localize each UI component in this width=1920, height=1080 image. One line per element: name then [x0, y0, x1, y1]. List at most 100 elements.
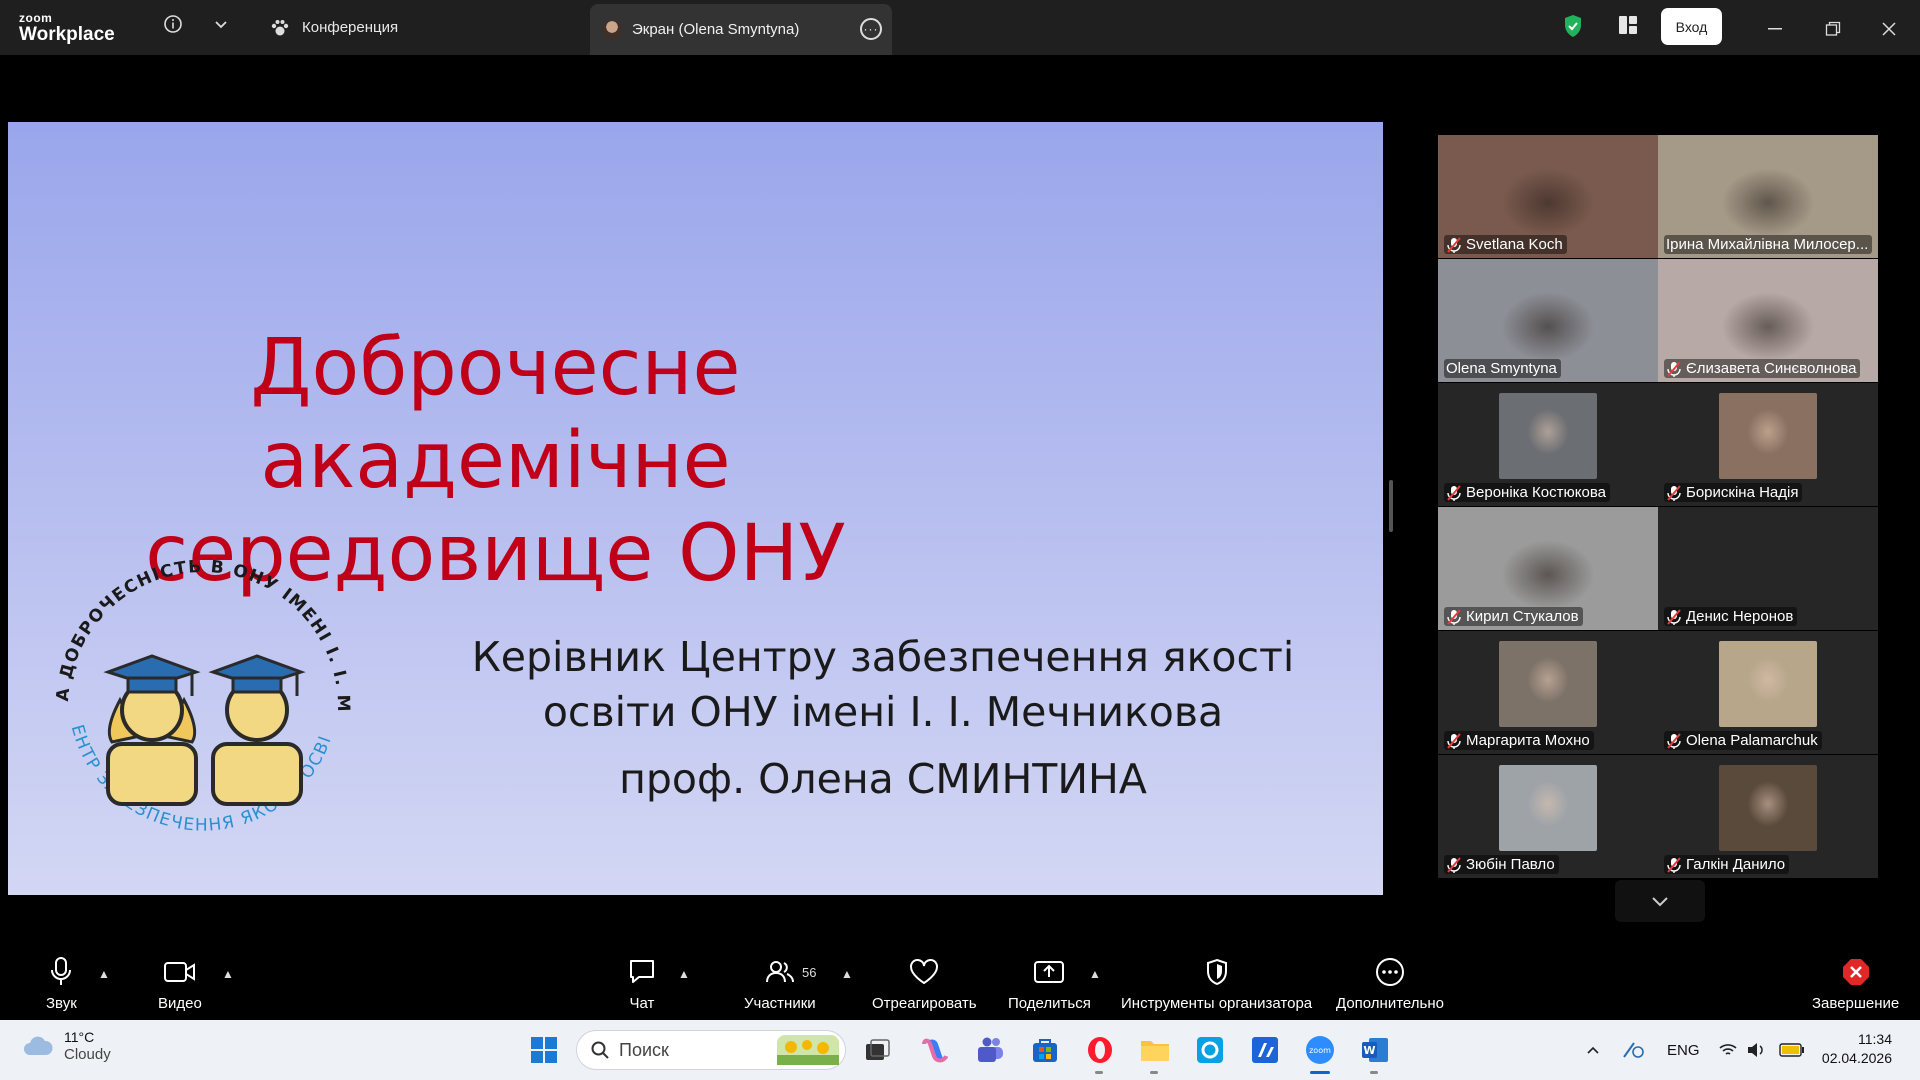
word-icon[interactable]: W — [1357, 1032, 1393, 1074]
windows-taskbar: 11°C Cloudy Поиск zoom W ENG 11:34 02.04… — [0, 1020, 1920, 1080]
muted-mic-icon — [1666, 360, 1682, 377]
participant-name: Зюбін Павло — [1466, 856, 1555, 873]
participant-video — [1719, 765, 1817, 851]
encryption-shield-icon[interactable] — [1563, 14, 1583, 43]
minimize-icon[interactable] — [1763, 17, 1787, 41]
info-icon[interactable] — [161, 12, 185, 36]
battery-icon[interactable] — [1779, 1020, 1805, 1080]
video-button[interactable]: Видео — [158, 957, 202, 1012]
chat-button[interactable]: Чат — [628, 957, 656, 1012]
microphone-icon — [51, 957, 72, 985]
participant-name-tag: Зюбін Павло — [1444, 855, 1559, 874]
teams-icon[interactable] — [972, 1032, 1008, 1068]
view-layout-icon[interactable] — [1618, 15, 1638, 40]
clock-time: 11:34 — [1858, 1031, 1892, 1047]
slide-subtitle-line1: Керівник Центру забезпечення якості — [471, 633, 1295, 681]
opera-icon[interactable] — [1082, 1032, 1118, 1074]
zoom-app-icon[interactable]: zoom — [1302, 1032, 1338, 1074]
panel-resize-handle[interactable] — [1389, 480, 1393, 532]
tab-screen[interactable]: Экран (Olena Smyntyna) ··· — [590, 4, 892, 55]
participant-tile[interactable]: Olena Smyntyna — [1438, 259, 1658, 382]
copilot-icon[interactable] — [918, 1032, 954, 1068]
share-screen-icon — [1034, 961, 1065, 983]
audio-options-caret[interactable]: ▲ — [98, 967, 110, 981]
slide-subtitle-line3: проф. Олена СМИНТИНА — [619, 755, 1147, 803]
task-view-icon[interactable] — [860, 1032, 896, 1068]
file-explorer-icon[interactable] — [1137, 1032, 1173, 1074]
running-indicator — [1095, 1071, 1103, 1074]
running-indicator — [1150, 1071, 1158, 1074]
tab-screen-label: Экран (Olena Smyntyna) — [632, 21, 800, 38]
host-tools-button[interactable]: Инструменты организатора — [1121, 957, 1312, 1012]
zoom-logo: zoom Workplace — [19, 12, 115, 44]
participant-video — [1499, 641, 1597, 727]
participant-name-tag: Olena Smyntyna — [1444, 359, 1561, 378]
svg-text:zoom: zoom — [1309, 1046, 1331, 1055]
muted-mic-icon — [1666, 608, 1682, 625]
participant-tile[interactable]: Ірина Михайлівна Милосер... — [1658, 135, 1878, 258]
end-meeting-button[interactable]: Завершение — [1812, 957, 1899, 1012]
share-label: Поделиться — [1008, 995, 1091, 1012]
weather-widget[interactable]: 11°C Cloudy — [22, 1028, 111, 1064]
graduate-boy-icon — [208, 654, 306, 806]
participant-name: Olena Smyntyna — [1446, 360, 1557, 377]
more-icon — [1375, 958, 1404, 986]
gallery-scroll-down-button[interactable] — [1615, 880, 1705, 922]
muted-mic-icon — [1666, 732, 1682, 749]
code-editor-icon[interactable] — [1247, 1032, 1283, 1068]
language-indicator[interactable]: ENG — [1667, 1020, 1700, 1080]
avatar — [602, 19, 622, 40]
video-label: Видео — [158, 995, 202, 1012]
sunflower-field-icon — [777, 1035, 839, 1065]
audio-button[interactable]: Звук — [46, 957, 77, 1012]
network-status-icon[interactable] — [1622, 1020, 1646, 1080]
chevron-down-icon[interactable] — [209, 12, 233, 36]
microsoft-store-icon[interactable] — [1027, 1032, 1063, 1068]
end-label: Завершение — [1812, 995, 1900, 1012]
volume-icon[interactable] — [1747, 1020, 1765, 1080]
more-options-icon[interactable]: ··· — [860, 18, 882, 40]
more-button[interactable]: Дополнительно — [1336, 957, 1444, 1012]
participant-tile[interactable]: Єлизавета Синєволнова — [1658, 259, 1878, 382]
chat-options-caret[interactable]: ▲ — [678, 967, 690, 981]
tray-overflow-chevron-icon[interactable] — [1586, 1020, 1600, 1080]
participant-name-tag: Вероніка Костюкова — [1444, 483, 1610, 502]
share-button[interactable]: Поделиться — [1008, 957, 1091, 1012]
react-button[interactable]: Отреагировать — [872, 957, 977, 1012]
participant-tile[interactable]: Борискіна Надія — [1658, 383, 1878, 506]
slide-subtitle-line2: освіти ОНУ імені І. І. Мечникова — [542, 688, 1224, 736]
participant-tile[interactable]: Svetlana Koch — [1438, 135, 1658, 258]
participant-tile[interactable]: Маргарита Мохно — [1438, 631, 1658, 754]
share-options-caret[interactable]: ▲ — [1089, 967, 1101, 981]
title-bar: zoom Workplace Конференция Экран (Olena … — [0, 0, 1920, 55]
login-button[interactable]: Вход — [1661, 8, 1722, 45]
wifi-icon[interactable] — [1719, 1020, 1737, 1080]
logo-top-text: zoom — [19, 11, 53, 25]
participant-video — [1719, 393, 1817, 479]
system-clock[interactable]: 11:34 02.04.2026 — [1822, 1030, 1892, 1068]
participant-tile[interactable]: Кирил Стукалов — [1438, 507, 1658, 630]
start-button[interactable] — [526, 1032, 562, 1068]
running-indicator — [1310, 1071, 1330, 1074]
shared-screen[interactable]: Доброчесне академічне середовище ОНУ Кер… — [8, 80, 1383, 938]
participant-tile[interactable]: Денис Неронов — [1658, 507, 1878, 630]
tab-conference[interactable]: Конференция — [270, 0, 398, 55]
close-icon[interactable] — [1877, 17, 1901, 41]
participant-tile[interactable]: Галкін Данило — [1658, 755, 1878, 878]
video-options-caret[interactable]: ▲ — [222, 967, 234, 981]
muted-mic-icon — [1666, 484, 1682, 501]
taskbar-search[interactable]: Поиск — [576, 1030, 846, 1070]
cortana-icon[interactable] — [1192, 1032, 1228, 1068]
participant-name: Вероніка Костюкова — [1466, 484, 1606, 501]
participant-tile[interactable]: Зюбін Павло — [1438, 755, 1658, 878]
participant-tile[interactable]: Olena Palamarchuk — [1658, 631, 1878, 754]
participant-name: Маргарита Мохно — [1466, 732, 1590, 749]
chevron-down-icon — [1652, 897, 1668, 907]
participant-name-tag: Кирил Стукалов — [1444, 607, 1583, 626]
end-icon — [1842, 959, 1869, 985]
participant-tile[interactable]: Вероніка Костюкова — [1438, 383, 1658, 506]
restore-icon[interactable] — [1821, 17, 1845, 41]
participant-name: Галкін Данило — [1686, 856, 1786, 873]
participants-options-caret[interactable]: ▲ — [841, 967, 853, 981]
participant-name: Olena Palamarchuk — [1686, 732, 1818, 749]
